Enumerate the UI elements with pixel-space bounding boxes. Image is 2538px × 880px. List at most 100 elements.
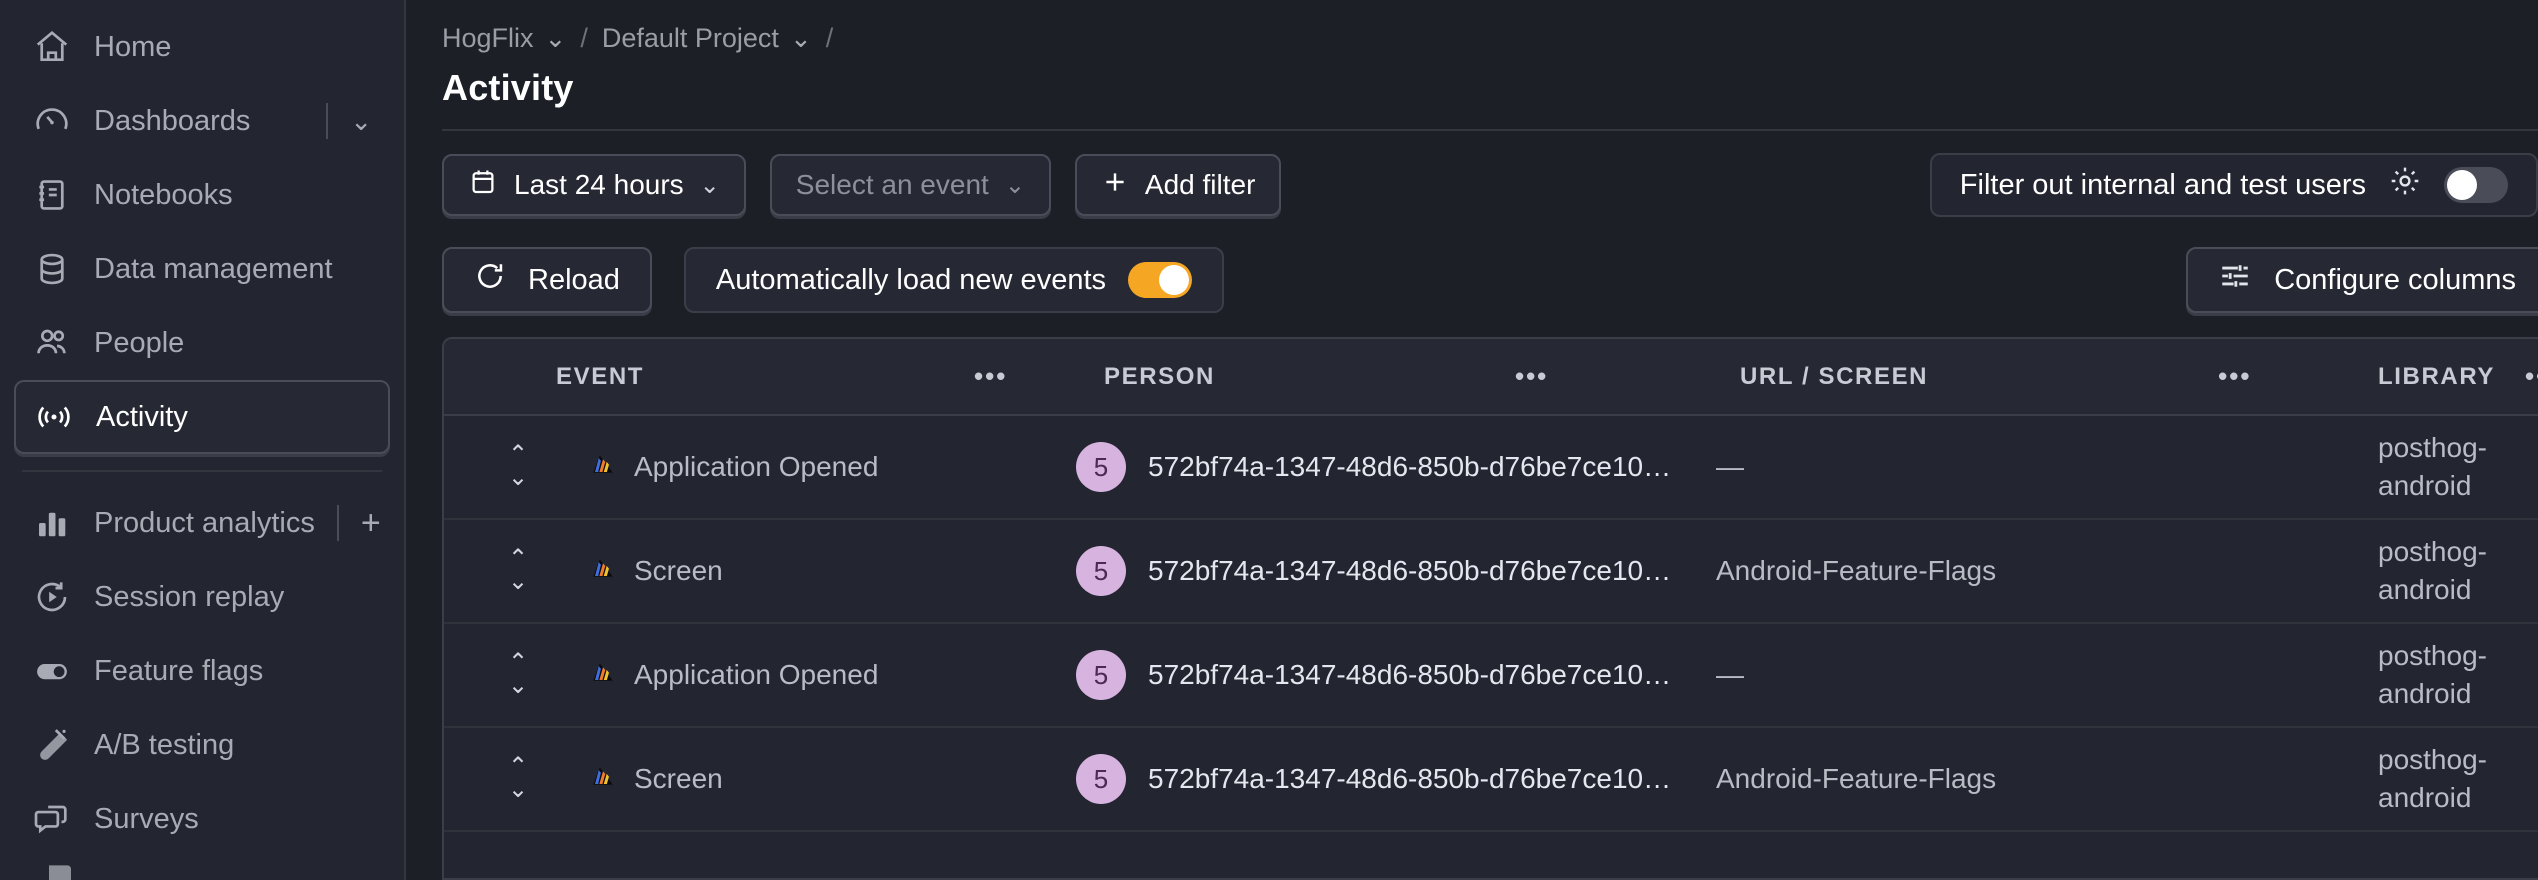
row-expand-cell[interactable]: ⌃⌄ <box>444 415 556 519</box>
sidebar-item-surveys[interactable]: Surveys <box>14 782 390 856</box>
breadcrumb-item-project[interactable]: Default Project ⌄ <box>602 23 812 54</box>
sidebar-item-label: Activity <box>96 401 188 434</box>
breadcrumb-label: HogFlix <box>442 23 534 54</box>
person-id: 572bf74a-1347-48d6-850b-d76be7ce10… <box>1148 763 1671 795</box>
row-expand-cell[interactable]: ⌃⌄ <box>444 727 556 831</box>
plus-icon[interactable]: + <box>361 506 381 540</box>
table-row[interactable]: ⌃⌄ Application Opened <box>444 623 2538 727</box>
column-menu-person[interactable]: ••• <box>1215 361 1548 392</box>
app-root: Home Dashboards ⌄ Notebooks Data managem… <box>0 0 2538 880</box>
row-person-cell[interactable]: 5 572bf74a-1347-48d6-850b-d76be7ce10… <box>1056 415 1696 519</box>
library-value: posthog-android <box>2336 429 2526 505</box>
table-row[interactable]: ⌃⌄ Application Opened <box>444 415 2538 519</box>
chevron-down-icon[interactable]: ⌄ <box>545 25 567 51</box>
table-head: EVENT ••• PERSON ••• URL <box>444 339 2538 415</box>
event-name: Screen <box>634 763 723 795</box>
calendar-icon <box>468 167 498 204</box>
expand-row-toggle[interactable]: ⌃⌄ <box>444 551 556 591</box>
person-id: 572bf74a-1347-48d6-850b-d76be7ce10… <box>1148 659 1671 691</box>
sidebar-item-activity[interactable]: Activity <box>14 380 390 454</box>
table-row[interactable]: ⌃⌄ Screen 5 <box>444 727 2538 831</box>
sidebar-item-label: Surveys <box>94 803 199 836</box>
sidebar-product-analytics-tail: + <box>337 505 381 541</box>
column-header-event[interactable]: EVENT ••• <box>556 339 1056 415</box>
database-icon <box>32 249 72 289</box>
sidebar-item-data-management[interactable]: Data management <box>14 232 390 306</box>
toggle-knob <box>2447 170 2477 200</box>
toggle-icon <box>32 651 72 691</box>
sidebar-item-notebooks[interactable]: Notebooks <box>14 158 390 232</box>
sidebar-item-session-replay[interactable]: Session replay <box>14 560 390 634</box>
sidebar-item-label: Home <box>94 31 171 64</box>
row-event-cell: Screen <box>556 727 1056 831</box>
sidebar-item-label: Product analytics <box>94 507 315 540</box>
person-badge: 5 <box>1076 442 1126 492</box>
flask-icon <box>32 725 72 765</box>
sidebar-item-dashboards[interactable]: Dashboards ⌄ <box>14 84 390 158</box>
date-range-button[interactable]: Last 24 hours ⌄ <box>442 154 746 216</box>
table-row[interactable]: ⌃⌄ Screen 5 <box>444 519 2538 623</box>
auto-load-label: Automatically load new events <box>716 264 1106 297</box>
sidebar-item-people[interactable]: People <box>14 306 390 380</box>
action-bar: Reload Automatically load new events Con… <box>406 239 2538 337</box>
sidebar-item-label: A/B testing <box>94 729 234 762</box>
gear-icon[interactable] <box>2388 164 2422 206</box>
column-menu-event[interactable]: ••• <box>644 361 1007 392</box>
sidebar-item-label: Data management <box>94 253 333 286</box>
play-replay-icon <box>32 577 72 617</box>
library-value: posthog-android <box>2336 637 2526 713</box>
add-filter-label: Add filter <box>1145 169 1256 201</box>
breadcrumb-separator: / <box>826 23 834 54</box>
row-library-cell: posthog-android <box>2336 727 2538 831</box>
configure-columns-label: Configure columns <box>2274 264 2516 297</box>
sidebar-item-ab-testing[interactable]: A/B testing <box>14 708 390 782</box>
auto-load-control[interactable]: Automatically load new events <box>684 247 1224 313</box>
sidebar-item-home[interactable]: Home <box>14 10 390 84</box>
column-menu-url[interactable]: ••• <box>1928 361 2251 392</box>
url-value: — <box>1696 451 2336 483</box>
table-header-row: EVENT ••• PERSON ••• URL <box>444 339 2538 415</box>
chevron-down-icon: ⌄ <box>700 171 720 200</box>
chevron-down-icon[interactable]: ⌄ <box>790 25 812 51</box>
column-menu-library[interactable]: ••• <box>2495 361 2538 392</box>
expand-row-toggle[interactable]: ⌃⌄ <box>444 655 556 695</box>
events-table-container: EVENT ••• PERSON ••• URL <box>442 337 2538 880</box>
android-sdk-icon <box>590 555 616 588</box>
column-header-url-label: URL / SCREEN <box>1696 363 1928 391</box>
row-url-cell: — <box>1696 415 2336 519</box>
column-header-library[interactable]: LIBRARY ••• <box>2336 339 2538 415</box>
event-select-label: Select an event <box>796 169 989 201</box>
column-header-url[interactable]: URL / SCREEN ••• <box>1696 339 2336 415</box>
event-name: Screen <box>634 555 723 587</box>
add-filter-button[interactable]: Add filter <box>1075 154 1282 216</box>
sidebar-dashboards-tail: ⌄ <box>326 103 372 139</box>
row-person-cell[interactable]: 5 572bf74a-1347-48d6-850b-d76be7ce10… <box>1056 727 1696 831</box>
refresh-icon <box>474 260 506 300</box>
reload-button[interactable]: Reload <box>442 247 652 313</box>
sidebar-item-feature-flags[interactable]: Feature flags <box>14 634 390 708</box>
chevron-up-icon: ⌃ <box>508 655 528 672</box>
breadcrumb-label: Default Project <box>602 23 779 54</box>
expand-row-toggle[interactable]: ⌃⌄ <box>444 759 556 799</box>
column-header-person[interactable]: PERSON ••• <box>1056 339 1696 415</box>
auto-load-toggle[interactable] <box>1128 262 1192 298</box>
breadcrumb-separator: / <box>580 23 588 54</box>
filter-bar: Last 24 hours ⌄ Select an event ⌄ Add fi… <box>406 131 2538 239</box>
home-icon <box>32 27 72 67</box>
sidebar-item-label: People <box>94 327 184 360</box>
chevron-down-icon[interactable]: ⌄ <box>350 108 372 134</box>
event-select-button[interactable]: Select an event ⌄ <box>770 154 1051 216</box>
column-header-event-label: EVENT <box>556 363 644 391</box>
person-badge: 5 <box>1076 650 1126 700</box>
row-expand-cell[interactable]: ⌃⌄ <box>444 519 556 623</box>
filter-internal-users-toggle[interactable] <box>2444 167 2508 203</box>
sidebar-item-product-analytics[interactable]: Product analytics + <box>14 486 390 560</box>
expand-row-toggle[interactable]: ⌃⌄ <box>444 447 556 487</box>
library-value: posthog-android <box>2336 741 2526 817</box>
filter-internal-users-control[interactable]: Filter out internal and test users <box>1930 153 2538 217</box>
row-person-cell[interactable]: 5 572bf74a-1347-48d6-850b-d76be7ce10… <box>1056 519 1696 623</box>
configure-columns-button[interactable]: Configure columns <box>2186 247 2538 313</box>
row-expand-cell[interactable]: ⌃⌄ <box>444 623 556 727</box>
row-person-cell[interactable]: 5 572bf74a-1347-48d6-850b-d76be7ce10… <box>1056 623 1696 727</box>
breadcrumb-item-organization[interactable]: HogFlix ⌄ <box>442 23 566 54</box>
